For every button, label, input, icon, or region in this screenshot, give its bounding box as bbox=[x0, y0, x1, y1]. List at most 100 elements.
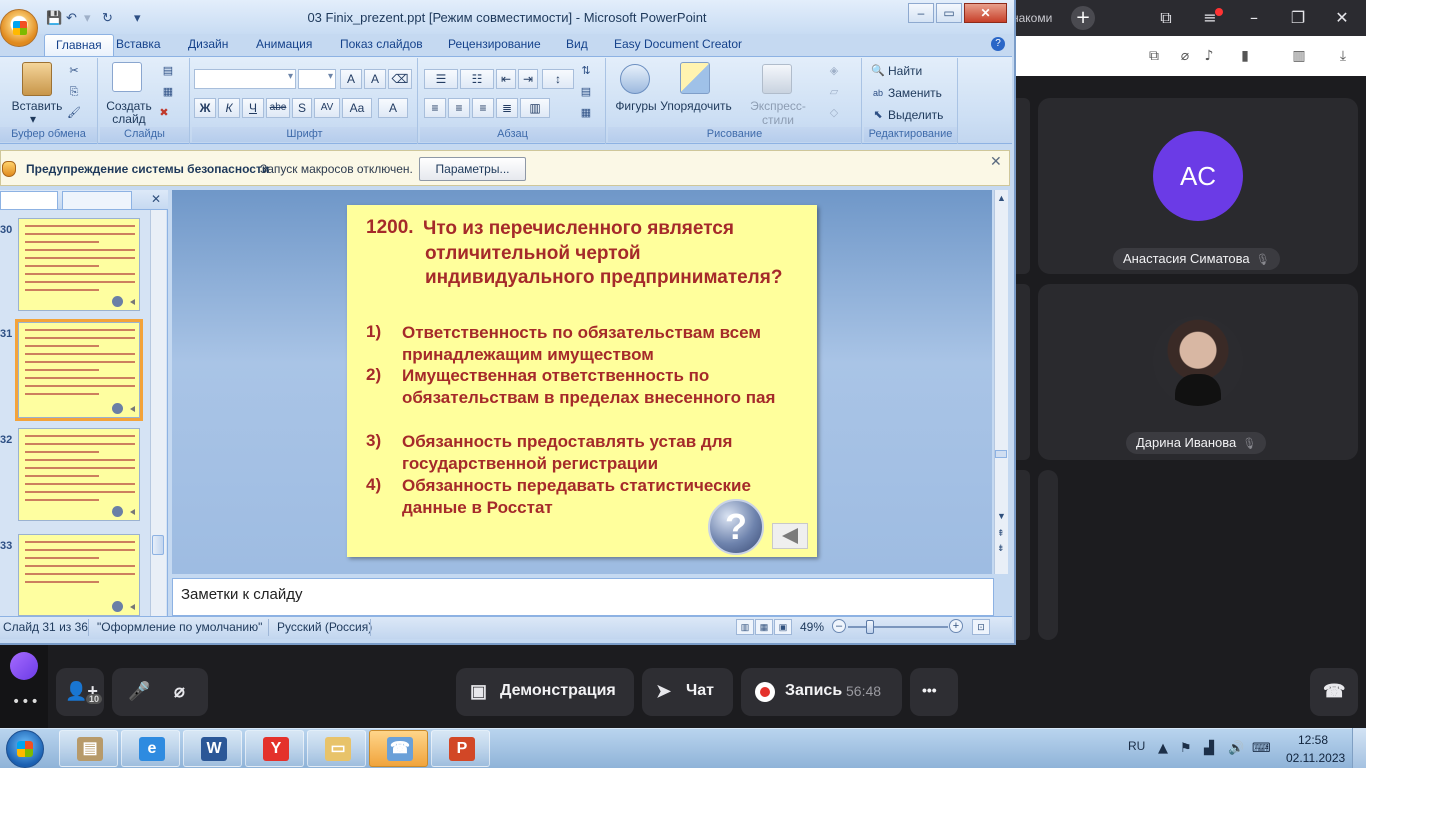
justify-button[interactable]: ≣ bbox=[496, 98, 518, 118]
font-name-combo[interactable] bbox=[194, 69, 296, 89]
maximize-button[interactable]: ▭ bbox=[936, 3, 962, 23]
italic-button[interactable]: К bbox=[218, 98, 240, 118]
tab-0[interactable]: Главная bbox=[44, 34, 114, 57]
back-action-button[interactable] bbox=[772, 523, 808, 549]
save-icon[interactable]: 💾 bbox=[46, 10, 62, 26]
new-tab-button[interactable]: + bbox=[1071, 6, 1095, 30]
taskbar-phone-app[interactable]: ☎ bbox=[369, 730, 428, 767]
tab-5[interactable]: Рецензирование bbox=[448, 37, 541, 51]
tab-4[interactable]: Показ слайдов bbox=[340, 37, 423, 51]
restore-icon[interactable]: ❐ bbox=[1286, 6, 1310, 30]
slide-thumbnail[interactable] bbox=[18, 428, 140, 521]
shape-outline-icon[interactable]: ▱ bbox=[826, 85, 842, 99]
minimize-icon[interactable]: – bbox=[1242, 6, 1266, 30]
zoom-in-button[interactable]: + bbox=[949, 619, 963, 633]
slide-thumbnail[interactable] bbox=[18, 534, 140, 616]
shape-fill-icon[interactable]: ◈ bbox=[826, 64, 842, 78]
notes-placeholder[interactable]: Заметки к слайду bbox=[181, 586, 303, 603]
cut-icon[interactable]: ✂ bbox=[66, 64, 82, 78]
scroll-down-icon[interactable]: ▼ bbox=[997, 511, 1006, 521]
undo-dropdown-icon[interactable]: ▾ bbox=[84, 10, 91, 26]
show-desktop-button[interactable] bbox=[1352, 728, 1366, 768]
volume-icon[interactable]: 🔊 bbox=[1228, 741, 1244, 756]
taskbar-powerpoint[interactable]: P bbox=[431, 730, 490, 767]
format-painter-icon[interactable]: 🖌 bbox=[66, 106, 82, 120]
sorter-view-button[interactable]: ▦ bbox=[755, 619, 773, 635]
prev-slide-icon[interactable]: ⇞ bbox=[997, 528, 1005, 539]
flag-icon[interactable]: ⚑ bbox=[1180, 741, 1192, 756]
bookmark-icon[interactable]: ▮ bbox=[1236, 47, 1254, 65]
replace-button[interactable]: Заменить bbox=[888, 86, 942, 100]
tab-3[interactable]: Анимация bbox=[256, 37, 312, 51]
qat-customize-icon[interactable]: ▾ bbox=[134, 10, 141, 26]
more-button[interactable]: ••• bbox=[910, 668, 958, 716]
strikethrough-button[interactable]: abe bbox=[266, 98, 290, 118]
shape-effects-icon[interactable]: ◇ bbox=[826, 106, 842, 120]
delete-slide-icon[interactable]: ✖ bbox=[156, 106, 172, 120]
taskbar-internet-explorer[interactable]: e bbox=[121, 730, 180, 767]
paste-dropdown-icon[interactable]: ▾ bbox=[30, 112, 36, 126]
bold-button[interactable]: Ж bbox=[194, 98, 216, 118]
text-direction-icon[interactable]: ⇅ bbox=[578, 64, 594, 78]
taskbar-explorer[interactable]: ▭ bbox=[307, 730, 366, 767]
paste-button[interactable]: Вставить bbox=[6, 99, 68, 113]
arrange-button[interactable]: Упорядочить bbox=[660, 99, 732, 113]
arrange-icon[interactable] bbox=[680, 62, 710, 94]
shapes-icon[interactable] bbox=[620, 64, 650, 94]
sidebar-icon[interactable]: ▥ bbox=[1290, 47, 1308, 65]
shapes-button[interactable]: Фигуры bbox=[614, 99, 658, 113]
fit-to-window-button[interactable]: ⊡ bbox=[972, 619, 990, 635]
copy-icon[interactable]: ⎘ bbox=[66, 85, 82, 99]
align-right-button[interactable]: ≡ bbox=[472, 98, 494, 118]
find-button[interactable]: Найти bbox=[888, 64, 922, 78]
tab-1[interactable]: Вставка bbox=[116, 37, 161, 51]
new-slide-icon[interactable] bbox=[112, 62, 142, 92]
align-left-button[interactable]: ≡ bbox=[424, 98, 446, 118]
grow-font-button[interactable]: A bbox=[340, 69, 362, 89]
editor-scroll-thumb[interactable] bbox=[995, 450, 1007, 458]
shadow-button[interactable]: S bbox=[292, 98, 312, 118]
add-people-button[interactable]: 👤+ 10 bbox=[56, 668, 104, 716]
download-icon[interactable]: ⤓ bbox=[1334, 47, 1352, 65]
zoom-slider[interactable] bbox=[848, 626, 948, 628]
font-color-button[interactable]: A bbox=[378, 98, 408, 118]
copy-icon[interactable]: ⧉ bbox=[1145, 47, 1163, 65]
collections-icon[interactable]: ⧉ bbox=[1154, 6, 1178, 30]
slide-thumbnail[interactable] bbox=[15, 319, 143, 421]
font-size-combo[interactable] bbox=[298, 69, 336, 89]
tab-6[interactable]: Вид bbox=[566, 37, 588, 51]
tray-expand-icon[interactable]: ▲ bbox=[1158, 741, 1168, 756]
alice-icon[interactable] bbox=[10, 652, 38, 680]
increase-indent-button[interactable]: ⇥ bbox=[518, 69, 538, 89]
numbering-button[interactable]: ☷ bbox=[460, 69, 494, 89]
normal-view-button[interactable]: ▥ bbox=[736, 619, 754, 635]
clear-format-button[interactable]: ⌫ bbox=[388, 69, 412, 89]
security-options-button[interactable]: Параметры... bbox=[419, 157, 526, 181]
align-text-icon[interactable]: ▤ bbox=[578, 85, 594, 99]
pane-scrollbar[interactable] bbox=[150, 210, 166, 616]
hangup-button[interactable]: ☎ bbox=[1310, 668, 1358, 716]
language-status[interactable]: Русский (Россия) bbox=[277, 620, 372, 634]
mic-icon[interactable]: ♪ bbox=[1200, 47, 1218, 65]
start-button[interactable] bbox=[6, 730, 44, 768]
redo-icon[interactable]: ↻ bbox=[102, 10, 113, 26]
device-icon[interactable]: ⌨ bbox=[1252, 741, 1271, 756]
bullets-button[interactable]: ☰ bbox=[424, 69, 458, 89]
slideshow-view-button[interactable]: ▣ bbox=[774, 619, 792, 635]
theme-name[interactable]: "Оформление по умолчанию" bbox=[97, 620, 262, 634]
more-icon[interactable]: ••• bbox=[12, 694, 40, 710]
mic-icon[interactable]: 🎤 bbox=[128, 681, 150, 702]
undo-icon[interactable]: ↶ bbox=[66, 10, 77, 26]
smartart-icon[interactable]: ▦ bbox=[578, 106, 594, 120]
char-spacing-button[interactable]: AV bbox=[314, 98, 340, 118]
zoom-slider-thumb[interactable] bbox=[866, 620, 874, 634]
screen-share-button[interactable]: ▣ Демонстрация bbox=[456, 668, 634, 716]
next-slide-icon[interactable]: ⇟ bbox=[997, 543, 1005, 554]
zoom-out-button[interactable]: – bbox=[832, 619, 846, 633]
slide-thumbnail[interactable] bbox=[18, 218, 140, 311]
record-button[interactable]: Запись 56:48 bbox=[741, 668, 902, 716]
minimize-button[interactable]: – bbox=[908, 3, 934, 23]
clock-date[interactable]: 02.11.2023 bbox=[1286, 751, 1345, 765]
browser-tab-title[interactable]: накоми bbox=[1012, 11, 1052, 25]
change-case-button[interactable]: Aa bbox=[342, 98, 372, 118]
